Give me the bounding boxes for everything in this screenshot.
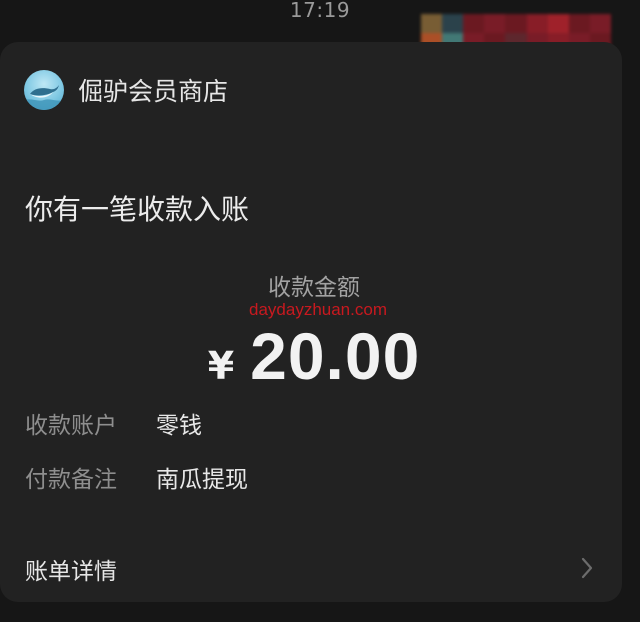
mosaic-cell xyxy=(421,14,443,33)
notification-page: 17:19 倔驴会员商店 你有一笔收款入账 收款金额 daydayzhuan.c… xyxy=(0,0,640,622)
mosaic-cell xyxy=(505,14,527,33)
merchant-name: 倔驴会员商店 xyxy=(78,77,229,106)
mosaic-cell xyxy=(611,14,632,33)
mosaic-cell xyxy=(484,14,506,33)
detail-row-remark: 付款备注 南瓜提现 xyxy=(25,460,248,494)
whale-logo-icon xyxy=(24,70,64,110)
payment-notice-card[interactable]: 倔驴会员商店 你有一笔收款入账 收款金额 daydayzhuan.com ¥ 2… xyxy=(0,42,622,602)
currency-symbol: ¥ xyxy=(207,344,235,388)
detail-value: 南瓜提现 xyxy=(156,467,248,493)
mosaic-cell xyxy=(442,14,464,33)
merchant-header[interactable]: 倔驴会员商店 xyxy=(24,70,228,110)
mosaic-cell xyxy=(547,14,569,33)
bill-details-label: 账单详情 xyxy=(25,559,117,585)
detail-row-account: 收款账户 零钱 xyxy=(25,406,202,440)
bill-details-link[interactable]: 账单详情 xyxy=(0,542,622,594)
watermark-text: daydayzhuan.com xyxy=(249,300,387,319)
mosaic-cell xyxy=(526,14,548,33)
detail-label: 付款备注 xyxy=(25,467,117,493)
detail-label: 收款账户 xyxy=(25,413,117,439)
mosaic-cell xyxy=(589,14,611,33)
mosaic-cell xyxy=(463,14,485,33)
amount-display: ¥ 20.00 xyxy=(0,318,622,394)
mosaic-cell xyxy=(568,14,590,33)
mosaic-cell xyxy=(400,14,421,33)
detail-value: 零钱 xyxy=(156,413,202,439)
amount-value: 20.00 xyxy=(250,319,421,393)
chevron-right-icon xyxy=(580,556,594,584)
amount-label: 收款金额 xyxy=(268,275,360,301)
notice-title: 你有一笔收款入账 xyxy=(25,193,250,226)
